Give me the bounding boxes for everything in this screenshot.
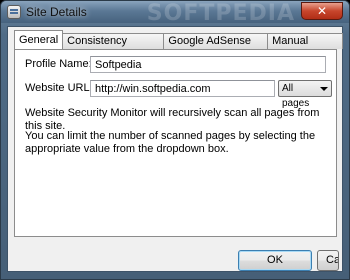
title-bar[interactable]: Site Details SOFTPEDIA ✕ bbox=[1, 1, 349, 26]
ok-button[interactable]: OK bbox=[238, 250, 312, 271]
general-tab-panel: Profile Name: Website URL: All pages Web… bbox=[14, 49, 337, 237]
tab-google-adsense-id[interactable]: Google AdSense ID bbox=[163, 33, 269, 62]
close-button[interactable]: ✕ bbox=[301, 2, 343, 20]
chevron-down-icon bbox=[320, 87, 328, 91]
tab-consistency-check[interactable]: Consistency Check bbox=[62, 33, 165, 62]
scan-scope-selected: All pages bbox=[282, 83, 310, 109]
tab-general[interactable]: General bbox=[14, 30, 64, 49]
scan-scope-dropdown[interactable]: All pages bbox=[278, 80, 332, 109]
close-icon: ✕ bbox=[316, 4, 328, 18]
window-app-icon bbox=[7, 5, 21, 19]
cancel-button[interactable]: Cancel bbox=[317, 250, 339, 271]
softpedia-watermark: SOFTPEDIA bbox=[146, 1, 295, 26]
profile-name-label: Profile Name: bbox=[25, 58, 92, 70]
website-url-label: Website URL: bbox=[25, 82, 93, 94]
dialog-body: General Consistency Check Google AdSense… bbox=[7, 26, 343, 272]
website-url-field[interactable] bbox=[90, 80, 275, 97]
profile-name-field[interactable] bbox=[90, 56, 326, 73]
site-details-dialog: Site Details SOFTPEDIA ✕ General Consist… bbox=[0, 0, 350, 280]
tab-manual-rules[interactable]: Manual Rules bbox=[267, 33, 343, 62]
window-title: Site Details bbox=[26, 5, 87, 19]
limit-pages-info: You can limit the number of scanned page… bbox=[25, 130, 316, 155]
tab-strip: General Consistency Check Google AdSense… bbox=[14, 30, 343, 62]
